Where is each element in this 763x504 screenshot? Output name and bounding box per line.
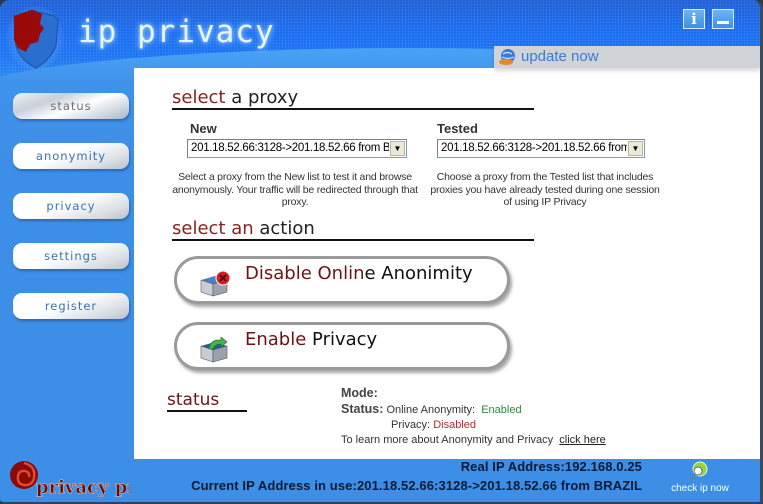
heading-rest: action <box>253 218 315 239</box>
anonymity-label: Online Anonymity: <box>386 404 476 416</box>
heading-accent: select <box>172 87 226 108</box>
tested-help-text: Choose a proxy from the Tested list that… <box>430 171 660 208</box>
select-action-heading: select an action <box>172 219 534 241</box>
check-ip-button[interactable]: check ip now <box>662 461 738 499</box>
sidebar-item-status[interactable]: status <box>13 93 129 119</box>
privacy-label: Privacy: <box>391 419 431 431</box>
dropdown-arrow-icon[interactable]: ▼ <box>628 141 643 156</box>
learn-more-row: To learn more about Anonymity and Privac… <box>341 434 606 446</box>
click-here-link[interactable]: click here <box>559 434 605 446</box>
shield-logo-icon <box>6 6 64 70</box>
label-accent: Enable <box>245 329 307 350</box>
tested-label: Tested <box>437 121 478 136</box>
mode-row: Mode: <box>341 386 378 400</box>
enable-privacy-button[interactable]: Enable Privacy <box>174 322 510 370</box>
mode-label: Mode: <box>341 386 378 400</box>
current-ip-text: Current IP Address in use:201.18.52.66:3… <box>191 478 642 493</box>
disable-anonymity-button[interactable]: Disable Online Anonimity <box>174 256 510 304</box>
privacy-status: Disabled <box>433 419 476 431</box>
app-title: ip privacy <box>78 14 275 50</box>
learn-more-text: To learn more about Anonymity and Privac… <box>341 434 554 446</box>
select-proxy-heading: select a proxy <box>172 88 534 110</box>
label-accent: Disable Onlin <box>245 263 365 284</box>
label-rest: Privacy <box>306 329 378 350</box>
real-ip-text: Real IP Address:192.168.0.25 <box>460 459 642 474</box>
tested-proxy-select[interactable]: 201.18.52.66:3128->201.18.52.66 from BRA… <box>437 139 645 158</box>
box-enable-icon <box>200 336 228 363</box>
globe-update-icon[interactable] <box>498 48 516 66</box>
new-help-text: Select a proxy from the New list to test… <box>172 171 418 208</box>
update-bar: update now <box>494 46 760 68</box>
heading-rest: a proxy <box>225 87 299 108</box>
status-heading: status <box>167 390 247 412</box>
new-proxy-value: 201.18.52.66:3128->201.18.52.66 from BRA… <box>191 142 389 154</box>
enable-privacy-label: Enable Privacy <box>245 329 377 350</box>
new-proxy-select[interactable]: 201.18.52.66:3128->201.18.52.66 from BRA… <box>187 139 407 158</box>
sidebar-item-privacy[interactable]: privacy <box>13 193 129 219</box>
info-button[interactable]: i <box>683 9 705 29</box>
privacy-pro-logo: privacy pro <box>10 461 130 498</box>
magnifier-globe-icon <box>690 461 708 481</box>
minimize-icon <box>717 21 729 24</box>
sidebar-item-settings[interactable]: settings <box>13 243 129 269</box>
label-rest: e Anonimity <box>364 263 473 284</box>
brand-text: privacy pro <box>36 477 130 498</box>
sidebar-item-register[interactable]: register <box>13 293 129 319</box>
status-row: Status: Online Anonymity: Enabled <box>341 402 522 416</box>
box-disable-icon <box>200 270 231 297</box>
check-ip-label: check ip now <box>671 483 729 494</box>
new-label: New <box>190 121 217 136</box>
update-now-link[interactable]: update now <box>521 48 599 65</box>
anonymity-status: Enabled <box>481 404 522 416</box>
heading-accent: select an <box>172 218 254 239</box>
minimize-button[interactable] <box>712 9 734 29</box>
privacy-row: Privacy: Disabled <box>391 419 476 431</box>
tested-proxy-value: 201.18.52.66:3128->201.18.52.66 from BRA… <box>441 142 627 154</box>
sidebar-item-anonymity[interactable]: anonymity <box>13 143 129 169</box>
status-label: Status: <box>341 402 384 416</box>
dropdown-arrow-icon[interactable]: ▼ <box>390 141 405 156</box>
app-window: ip privacy i update now status anonymity… <box>0 0 763 504</box>
disable-anonymity-label: Disable Online Anonimity <box>245 263 473 284</box>
